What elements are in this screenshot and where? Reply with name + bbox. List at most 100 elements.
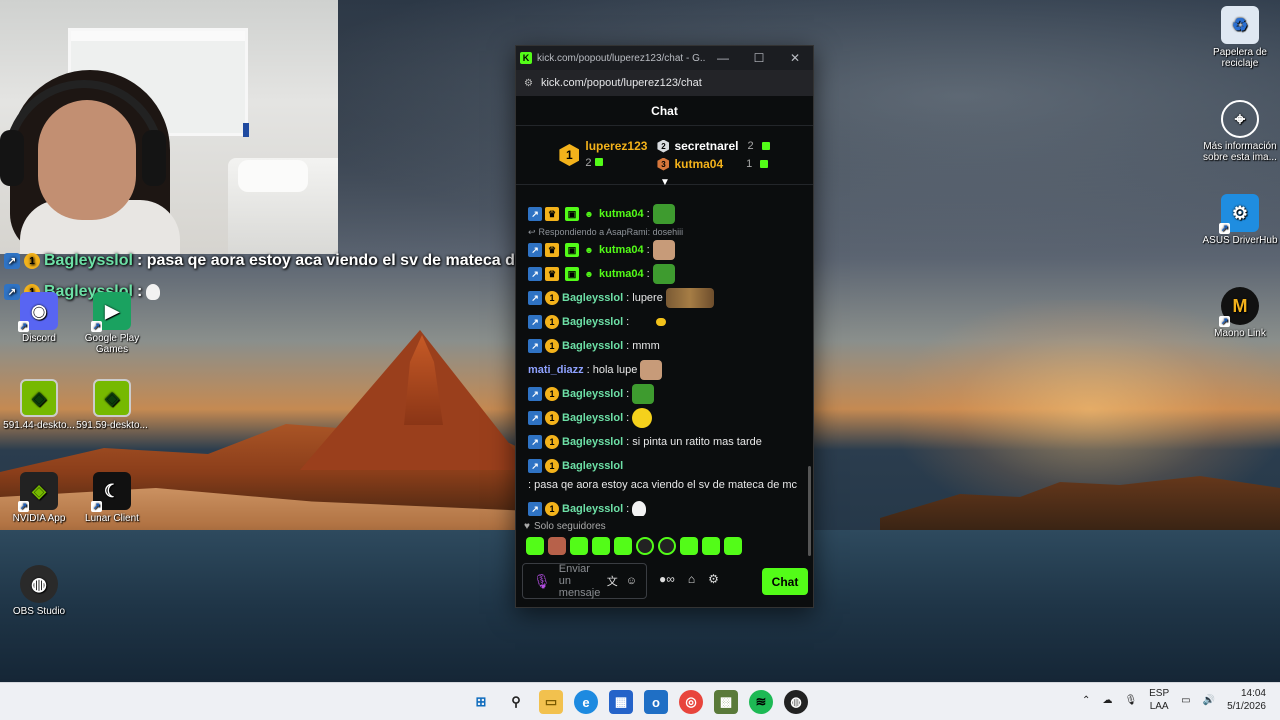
emote-button[interactable] — [614, 537, 632, 555]
kick-logo-icon: K — [520, 52, 532, 64]
store-icon[interactable]: ⌂ — [688, 572, 695, 586]
maximize-button[interactable]: ☐ — [741, 51, 777, 65]
minimize-button[interactable]: — — [705, 51, 741, 65]
chat-message: ↗ 1 Bagleysslol: — [528, 310, 803, 334]
chat-username[interactable]: Bagleysslol — [562, 334, 623, 358]
lang-bottom: LAA — [1149, 701, 1169, 712]
chat-username[interactable]: kutma04 — [599, 238, 644, 262]
chat-message: ↗ 1 Bagleysslol: lupere — [528, 286, 803, 310]
chat-scrollbar[interactable] — [808, 466, 811, 556]
heart-icon: ♥ — [524, 521, 530, 532]
gift-leaderboard: 1 luperez123 2 2 secretnarel 2 3 kutma04… — [516, 126, 813, 188]
site-settings-icon[interactable]: ⚙ — [524, 78, 533, 89]
address-bar[interactable]: ⚙ kick.com/popout/luperez123/chat — [516, 70, 813, 96]
address-url[interactable]: kick.com/popout/luperez123/chat — [541, 77, 702, 89]
chat-username[interactable]: mati_diazz — [528, 358, 584, 382]
emote-button[interactable] — [592, 537, 610, 555]
translate-icon[interactable]: 文 — [607, 573, 618, 589]
emoji-icon[interactable]: ☺ — [626, 575, 637, 587]
minecraft-icon[interactable]: ▩ — [714, 690, 738, 714]
desktop-icon-google-play-games[interactable]: ▶ ↗ Google Play Games — [73, 292, 151, 355]
leaderboard-third[interactable]: 3 kutma04 1 — [657, 157, 769, 171]
rank-3-icon: 3 — [657, 157, 670, 171]
desktop-icon-lunar-client[interactable]: ☾ ↗ Lunar Client — [73, 472, 151, 524]
reply-arrow-icon: ↩ — [528, 227, 536, 237]
desktop-icon-obs-studio[interactable]: ◍ OBS Studio — [0, 565, 78, 617]
chat-username[interactable]: Bagleysslol — [562, 430, 623, 454]
obs-studio-icon: ◍ — [20, 565, 58, 603]
leaderboard-first[interactable]: 1 luperez123 2 — [559, 139, 647, 171]
bot-badge-icon: ↗ — [528, 339, 542, 353]
start-icon[interactable]: ⊞ — [469, 690, 493, 714]
settings-icon[interactable]: ⚙ — [708, 572, 719, 586]
chat-message: ↗ 1 Bagleysslol: — [528, 406, 803, 430]
window-titlebar[interactable]: K kick.com/popout/luperez123/chat - G...… — [516, 46, 813, 70]
taskbar-clock[interactable]: 14:04 5/1/2026 — [1227, 687, 1266, 713]
window-title: kick.com/popout/luperez123/chat - G... — [537, 52, 705, 64]
taskbar: ⊞ ⚲ ▭ e ▦ o ◎ ▩ ≋ ◍ ⌃ ☁ 🎙 ESP LAA ▭ 🔊 14… — [0, 682, 1280, 720]
chat-username[interactable]: kutma04 — [599, 262, 644, 286]
chat-message-input[interactable]: 🎙 Enviar un mensaje 文 ☺ — [522, 563, 647, 599]
chat-username[interactable]: Bagleysslol — [562, 382, 623, 406]
desktop-icon-maono-link[interactable]: M ↗ Maono Link — [1201, 287, 1279, 339]
bot-badge-icon: ↗ — [528, 291, 542, 305]
chat-message-list[interactable]: ↗ ♛ ▣ ☻ kutma04: ↩ Respondiendo a AsapRami: … — [516, 196, 813, 516]
edge-icon[interactable]: e — [574, 690, 598, 714]
bot-badge-icon: ↗ — [528, 207, 542, 221]
bot-badge-icon: ↗ — [528, 411, 542, 425]
desktop-icon-asus-driverhub[interactable]: ⚙ ↗ ASUS DriverHub — [1201, 194, 1279, 246]
reply-context[interactable]: ↩ Respondiendo a AsapRami: dosehiii — [528, 226, 803, 238]
emote-button[interactable] — [658, 537, 676, 555]
file-explorer-icon[interactable]: ▭ — [539, 690, 563, 714]
desktop-icon-nvidia-app[interactable]: ◈ ↗ NVIDIA App — [0, 472, 78, 524]
chat-username[interactable]: Bagleysslol — [562, 310, 623, 334]
chrome-icon[interactable]: ◎ — [679, 690, 703, 714]
gift-icon — [761, 142, 770, 150]
taskbar-apps: ⊞ ⚲ ▭ e ▦ o ◎ ▩ ≋ ◍ — [469, 690, 808, 714]
chat-username[interactable]: Bagleysslol — [562, 497, 623, 516]
kick-chat-popout-window: K kick.com/popout/luperez123/chat - G...… — [515, 45, 814, 608]
desktop-icon-nvidia-installer-2[interactable]: ◈ 591.59-deskto... — [73, 379, 151, 431]
emote-button[interactable] — [724, 537, 742, 555]
robot-badge-icon: ☻ — [584, 209, 594, 219]
network-icon[interactable]: ▭ — [1181, 695, 1190, 706]
obs-taskbar-icon[interactable]: ◍ — [784, 690, 808, 714]
store-app-icon[interactable]: ▦ — [609, 690, 633, 714]
leaderboard-second[interactable]: 2 secretnarel 2 — [657, 139, 770, 153]
desktop-icon-label: 591.59-deskto... — [76, 420, 148, 431]
emote-button[interactable] — [548, 537, 566, 555]
cloud-icon[interactable]: ☁ — [1102, 695, 1112, 706]
volume-icon[interactable]: 🔊 — [1203, 695, 1215, 706]
outlook-icon[interactable]: o — [644, 690, 668, 714]
emote-button[interactable] — [570, 537, 588, 555]
close-button[interactable]: ✕ — [777, 51, 813, 65]
frog-emote-icon — [652, 264, 675, 284]
spotify-icon[interactable]: ≋ — [749, 690, 773, 714]
chat-username[interactable]: Bagleysslol — [562, 458, 623, 474]
emote-button[interactable] — [526, 537, 544, 555]
chat-username[interactable]: Bagleysslol — [562, 406, 623, 430]
chat-message: mati_diazz: hola lupe — [528, 358, 803, 382]
collapse-icon[interactable]: ▼ — [660, 177, 670, 188]
discord-icon: ◉ ↗ — [18, 292, 58, 332]
desktop-icon-recycle-bin[interactable]: ♻ Papelera de reciclaje — [1201, 6, 1279, 69]
language-indicator[interactable]: ESP LAA — [1149, 687, 1169, 713]
predictions-icon[interactable]: ●∞ — [659, 572, 675, 586]
emote-button[interactable] — [702, 537, 720, 555]
search-icon[interactable]: ⚲ — [504, 690, 528, 714]
desktop-icon-discord[interactable]: ◉ ↗ Discord — [0, 292, 78, 344]
emote-button[interactable] — [636, 537, 654, 555]
send-chat-button[interactable]: Chat — [762, 568, 808, 595]
sub-badge-icon: 1 — [545, 387, 559, 401]
mic-icon[interactable]: 🎙 — [533, 573, 551, 590]
desktop-icon-more-info[interactable]: ⌖ Más información sobre esta ima... — [1201, 100, 1279, 163]
mic-tray-icon[interactable]: 🎙 — [1124, 695, 1137, 706]
desktop-icon-label: Google Play Games — [84, 333, 140, 355]
emote-button[interactable] — [680, 537, 698, 555]
chat-username[interactable]: Bagleysslol — [562, 286, 623, 310]
chevron-up-icon[interactable]: ⌃ — [1082, 695, 1090, 706]
leaderboard-name: luperez123 — [585, 139, 648, 153]
chat-username[interactable]: kutma04 — [599, 202, 644, 226]
clock-time: 14:04 — [1240, 688, 1266, 699]
desktop-icon-nvidia-installer-1[interactable]: ◈ 591.44-deskto... — [0, 379, 78, 431]
